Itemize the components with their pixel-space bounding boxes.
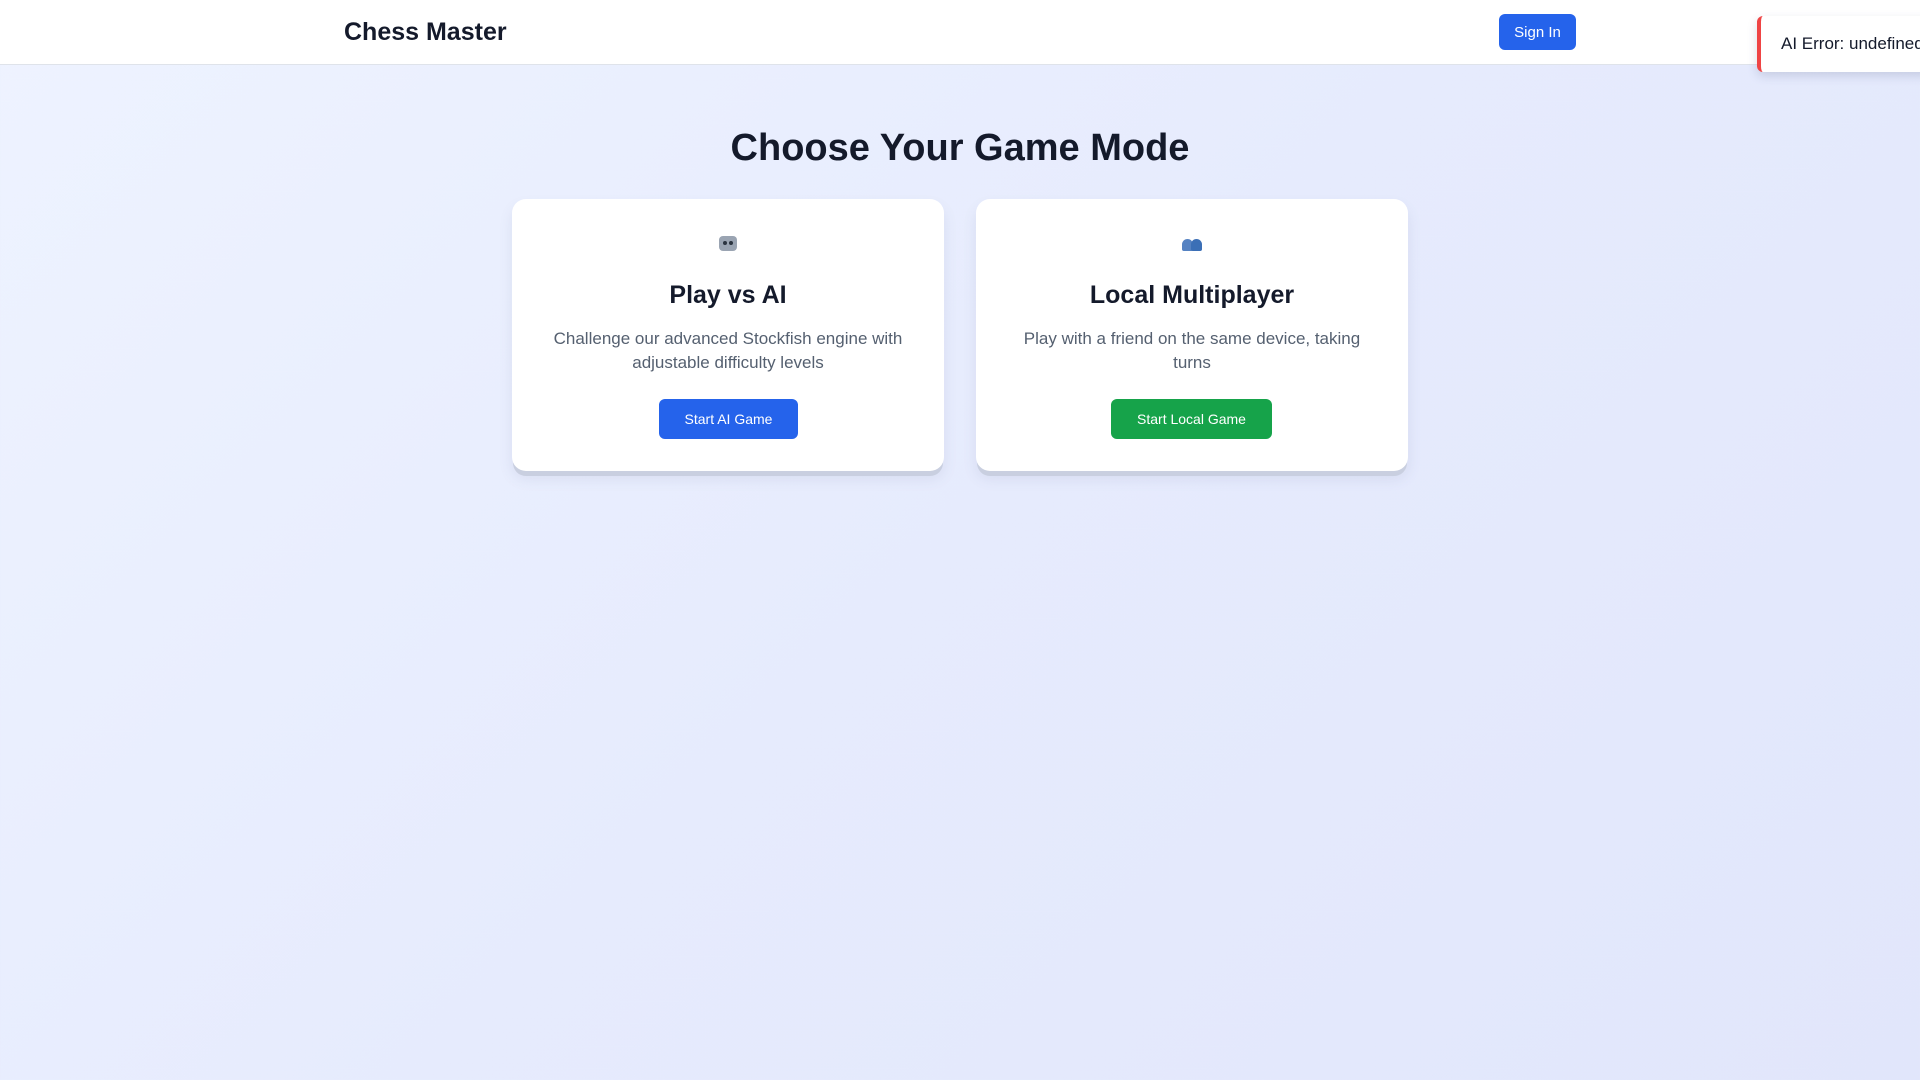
people-icon (976, 233, 1408, 253)
error-toast[interactable]: AI Error: undefined (1757, 16, 1920, 72)
ai-mode-card: Play vs AI Challenge our advanced Stockf… (512, 199, 944, 471)
start-ai-game-button[interactable]: Start AI Game (659, 399, 798, 439)
local-mode-description: Play with a friend on the same device, t… (1023, 329, 1361, 372)
page-title: Choose Your Game Mode (730, 127, 1190, 169)
sign-in-button[interactable]: Sign In (1499, 14, 1576, 50)
local-mode-card: Local Multiplayer Play with a friend on … (976, 199, 1408, 471)
app-brand[interactable]: Chess Master (344, 16, 507, 48)
error-toast-message: AI Error: undefined (1781, 34, 1920, 53)
ai-mode-description: Challenge our advanced Stockfish engine … (553, 329, 903, 372)
ai-mode-title: Play vs AI (669, 281, 787, 309)
start-local-game-button[interactable]: Start Local Game (1111, 399, 1272, 439)
local-mode-title: Local Multiplayer (1089, 281, 1295, 309)
robot-icon (512, 233, 944, 253)
top-navbar: Chess Master Sign In (0, 0, 1920, 65)
